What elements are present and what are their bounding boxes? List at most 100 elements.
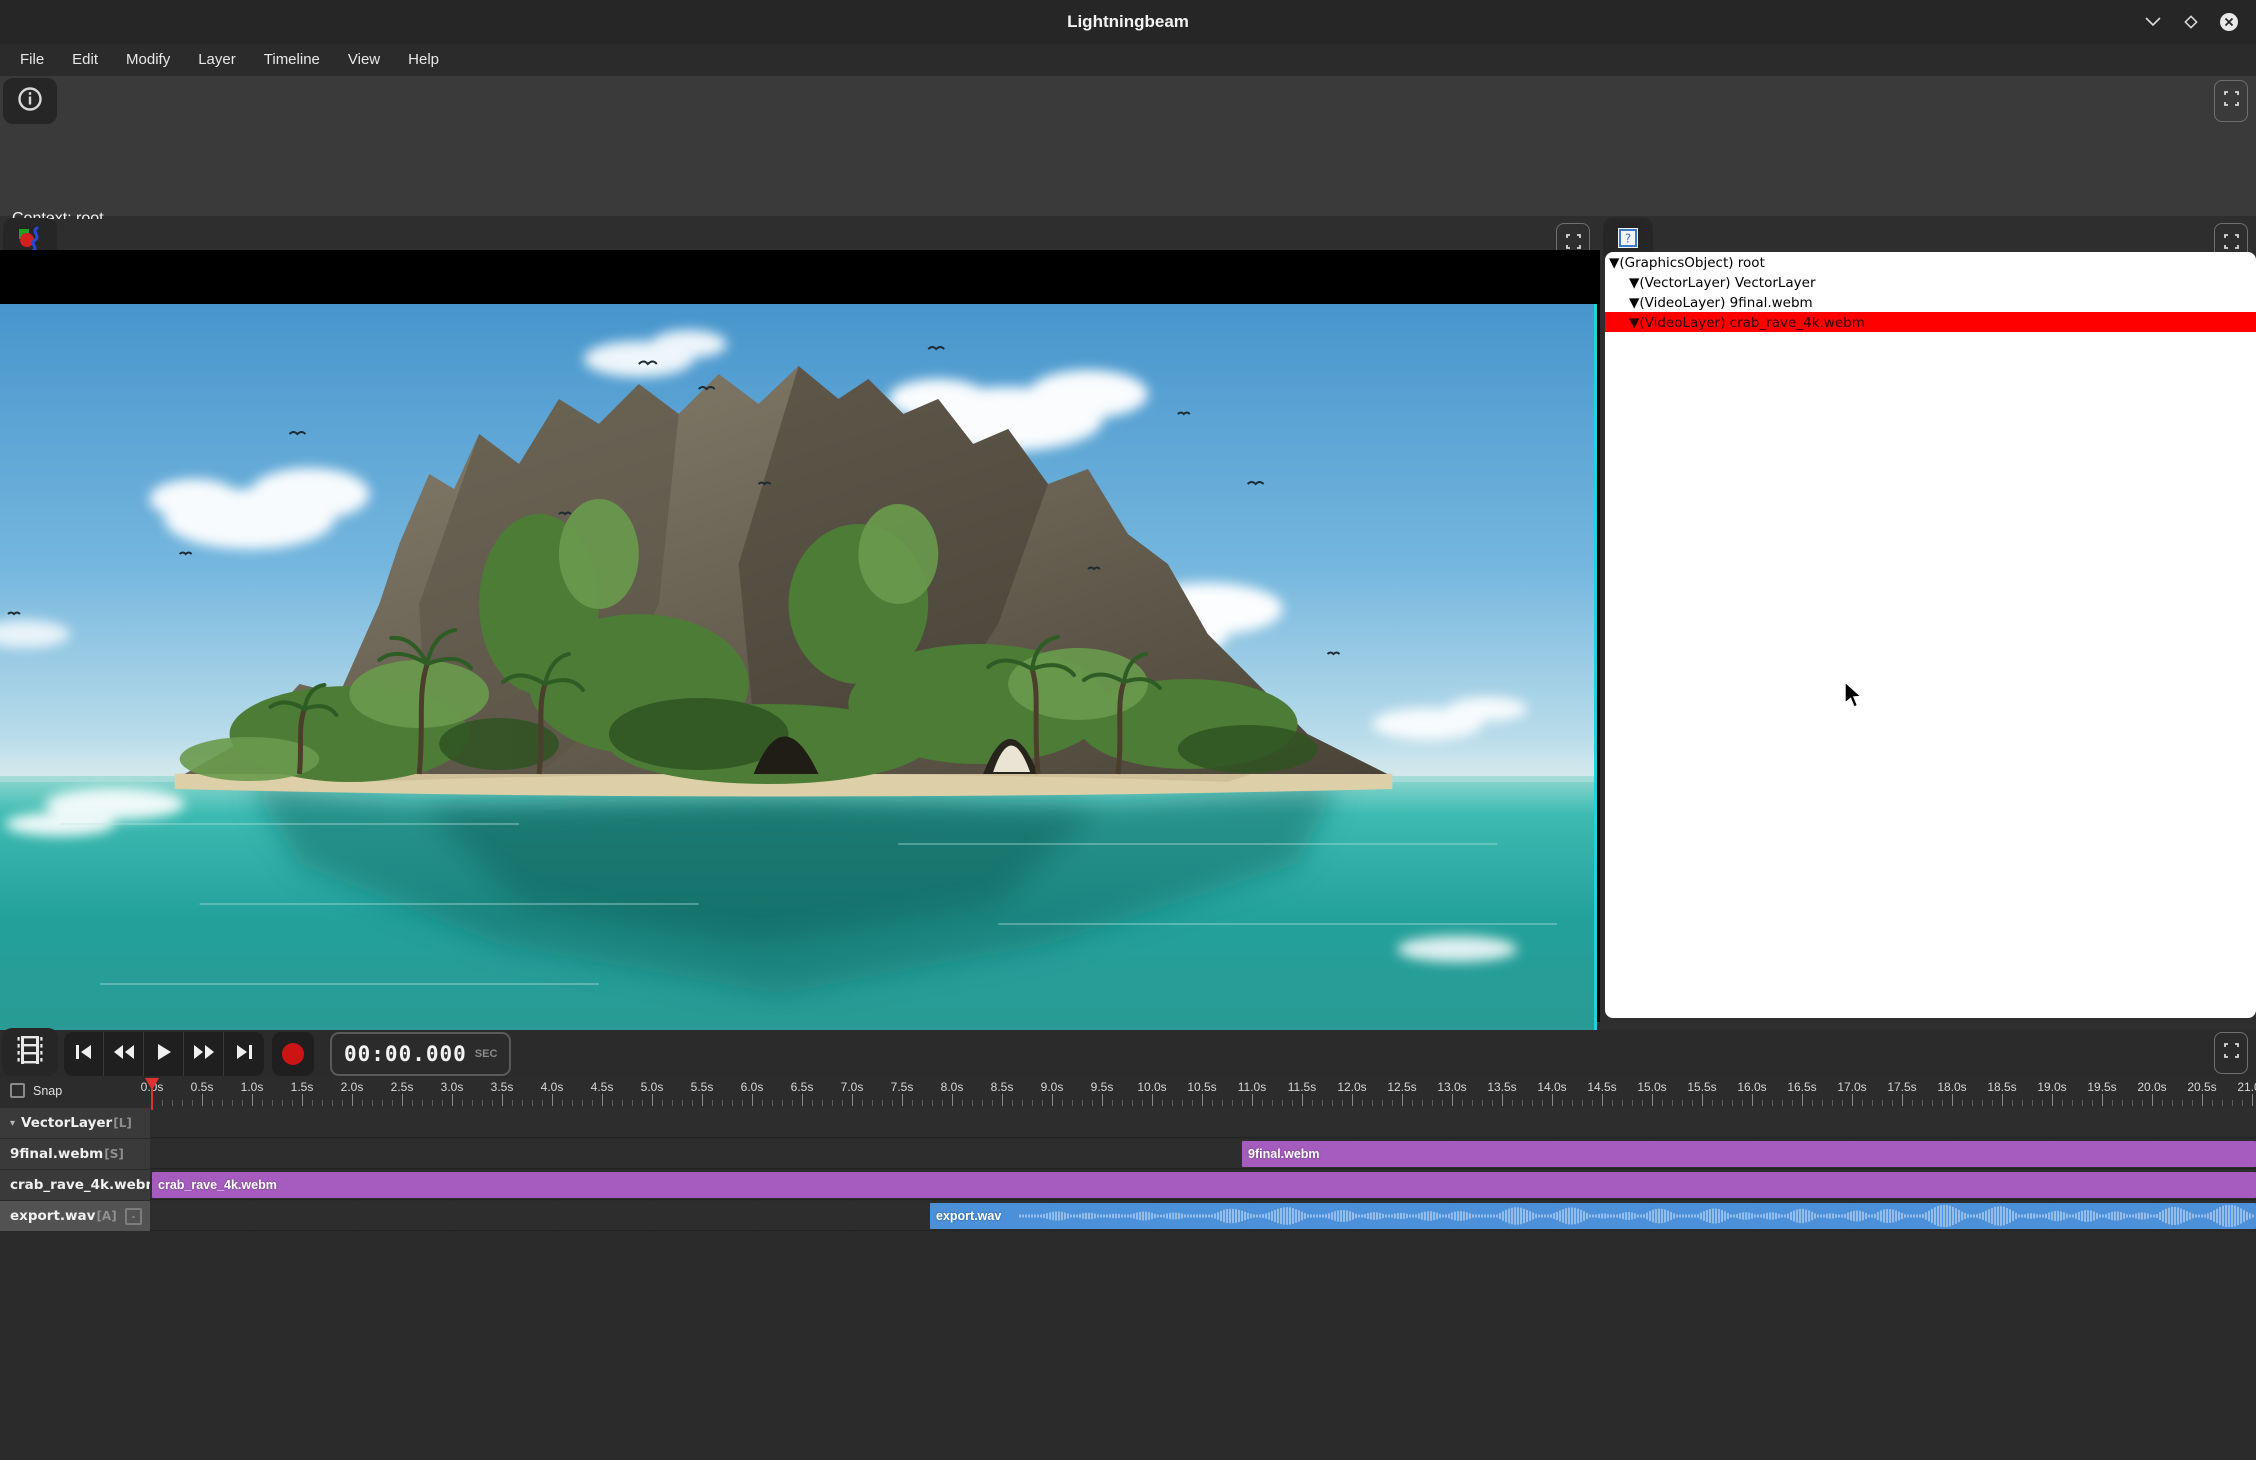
ruler-tick <box>1242 1100 1243 1106</box>
video-frame-island[interactable] <box>0 304 1597 1031</box>
ruler-tick <box>702 1094 703 1106</box>
ruler-tick <box>1832 1100 1833 1106</box>
timeline-panel: 00:00.000 SEC Snap 0.0s0.5s1.0s1.5s2.0s2… <box>0 1030 2256 1460</box>
close-button[interactable] <box>2216 9 2242 35</box>
ruler-tick <box>1972 1100 1973 1106</box>
time-display[interactable]: 00:00.000 SEC <box>330 1032 511 1076</box>
fast-forward-icon <box>193 1044 215 1065</box>
skip-to-end-icon <box>235 1044 253 1065</box>
track-name: VectorLayer[L] <box>21 1115 132 1131</box>
ruler-tick <box>252 1094 253 1106</box>
ruler-tick <box>1572 1100 1573 1106</box>
menu-item-timeline[interactable]: Timeline <box>250 44 334 76</box>
ruler-label: 12.0s <box>1337 1080 1366 1094</box>
ruler-tick <box>412 1100 413 1106</box>
time-unit-label: SEC <box>475 1048 498 1060</box>
ruler-tick <box>1452 1094 1453 1106</box>
ruler-tick <box>232 1100 233 1106</box>
track-label-export-wav[interactable]: export.wav[A]- <box>0 1201 150 1231</box>
ruler-label: 4.5s <box>591 1080 614 1094</box>
ruler-tick <box>1842 1100 1843 1106</box>
track-type-suffix: [A] <box>96 1209 116 1223</box>
svg-text:?: ? <box>1625 231 1631 245</box>
clip-label: export.wav <box>930 1209 1001 1223</box>
track-type-suffix: [L] <box>113 1116 132 1130</box>
rewind-button[interactable] <box>104 1032 144 1076</box>
ruler-tick <box>1662 1100 1663 1106</box>
ruler-tick <box>292 1100 293 1106</box>
clip-video[interactable]: crab_rave_4k.webm <box>152 1172 2256 1198</box>
ruler-label: 10.5s <box>1187 1080 1216 1094</box>
maximize-button[interactable] <box>2178 9 2204 35</box>
clip-video[interactable]: 9final.webm <box>1242 1141 2256 1167</box>
menu-item-view[interactable]: View <box>334 44 394 76</box>
ruler-tick <box>2222 1100 2223 1106</box>
record-button[interactable] <box>272 1032 314 1076</box>
ruler-tick <box>1392 1100 1393 1106</box>
ruler-tick <box>772 1100 773 1106</box>
info-panel-fullscreen-button[interactable] <box>2214 80 2248 122</box>
skip-to-start-button[interactable] <box>64 1032 104 1076</box>
playhead[interactable] <box>144 1078 160 1115</box>
timeline-tools-button[interactable] <box>2 1028 58 1076</box>
track-checkbox[interactable]: - <box>125 1208 142 1225</box>
clip-audio[interactable]: export.wav <box>930 1203 2256 1229</box>
ruler-tick <box>352 1094 353 1106</box>
ruler-label: 10.0s <box>1137 1080 1166 1094</box>
menu-item-layer[interactable]: Layer <box>184 44 250 76</box>
menu-item-file[interactable]: File <box>6 44 58 76</box>
minimize-button[interactable] <box>2140 9 2166 35</box>
ruler-tick <box>962 1100 963 1106</box>
track-label-9final-webm[interactable]: 9final.webm[S] <box>0 1139 150 1169</box>
track-label-VectorLayer[interactable]: ▾ VectorLayer[L] <box>0 1108 150 1138</box>
track-type-suffix: [S] <box>104 1147 124 1161</box>
ruler-tick <box>542 1100 543 1106</box>
snap-checkbox[interactable] <box>10 1083 25 1098</box>
ruler-tick <box>392 1100 393 1106</box>
ruler-tick <box>432 1100 433 1106</box>
ruler-tick <box>662 1100 663 1106</box>
time-value: 00:00.000 <box>344 1042 467 1066</box>
ruler-label: 21.0s <box>2237 1080 2256 1094</box>
ruler-tick <box>2172 1100 2173 1106</box>
ruler-tick <box>1332 1100 1333 1106</box>
clip-label: crab_rave_4k.webm <box>152 1178 277 1192</box>
tree-row[interactable]: ▼(VideoLayer) crab_rave_4k.webm <box>1605 312 2256 332</box>
timeline-tracks: ▾ VectorLayer[L] 9final.webm 9final.webm[S]… <box>0 1108 2256 1232</box>
play-button[interactable] <box>144 1032 184 1076</box>
menu-item-help[interactable]: Help <box>394 44 453 76</box>
ruler-tick <box>1482 1100 1483 1106</box>
ruler-tick <box>1182 1100 1183 1106</box>
ruler-tick <box>2122 1100 2123 1106</box>
ruler-tick <box>2132 1100 2133 1106</box>
ruler-tick <box>1442 1100 1443 1106</box>
chevron-down-icon <box>2145 17 2161 27</box>
menu-item-modify[interactable]: Modify <box>112 44 184 76</box>
ruler-label: 14.0s <box>1537 1080 1566 1094</box>
fast-forward-button[interactable] <box>184 1032 224 1076</box>
ruler-tick <box>1252 1094 1253 1106</box>
ruler-label: 4.0s <box>541 1080 564 1094</box>
ruler-tick <box>732 1100 733 1106</box>
tree-row[interactable]: ▼(VectorLayer) VectorLayer <box>1605 272 2256 292</box>
ruler-tick <box>502 1094 503 1106</box>
ruler-tick <box>1082 1100 1083 1106</box>
expand-arrow-icon[interactable]: ▾ <box>10 1118 15 1129</box>
track-label-crab_rave_4k-webm[interactable]: crab_rave_4k.webm[S] <box>0 1170 150 1200</box>
tree-row[interactable]: ▼(GraphicsObject) root <box>1605 252 2256 272</box>
ruler-label: 16.5s <box>1787 1080 1816 1094</box>
ruler-tick <box>452 1094 453 1106</box>
track-name: crab_rave_4k.webm[S] <box>10 1177 150 1193</box>
ruler-label: 19.5s <box>2087 1080 2116 1094</box>
menu-item-edit[interactable]: Edit <box>58 44 112 76</box>
ruler-tick <box>1092 1100 1093 1106</box>
ruler-label: 5.0s <box>641 1080 664 1094</box>
skip-to-end-button[interactable] <box>224 1032 264 1076</box>
ruler-tick <box>1582 1100 1583 1106</box>
ruler-tick <box>372 1100 373 1106</box>
timeline-ruler[interactable]: Snap 0.0s0.5s1.0s1.5s2.0s2.5s3.0s3.5s4.0… <box>0 1078 2256 1108</box>
stage-panel <box>0 219 1600 1022</box>
info-tool-button[interactable] <box>3 78 57 124</box>
tree-row[interactable]: ▼(VideoLayer) 9final.webm <box>1605 292 2256 312</box>
timeline-fullscreen-button[interactable] <box>2214 1032 2248 1074</box>
